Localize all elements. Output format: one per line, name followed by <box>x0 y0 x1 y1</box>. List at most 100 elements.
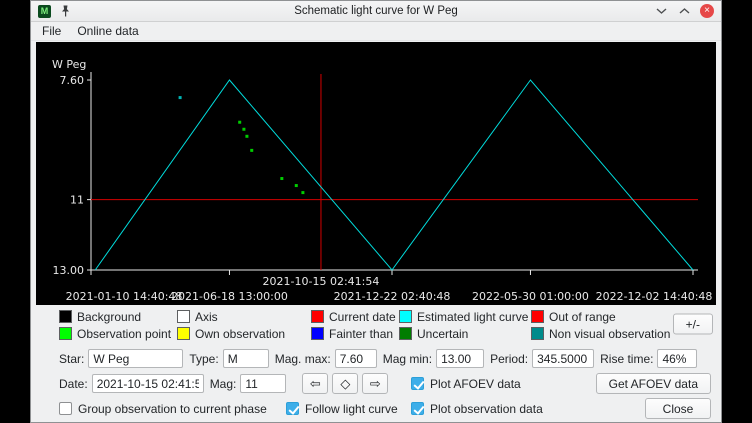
title-bar: Schematic light curve for W Peg M × <box>31 1 721 22</box>
x-tick-label: 2021-01-10 14:40:48 <box>66 290 183 303</box>
checkbox-follow-light-curve[interactable]: Follow light curve <box>286 402 398 416</box>
legend-label: Current date <box>329 310 396 324</box>
legend-label: Fainter than <box>329 327 393 341</box>
observation-point <box>280 177 283 180</box>
legend-item-background: Background <box>59 309 177 324</box>
checkbox-label: Group observation to current phase <box>78 402 267 416</box>
current-date-button[interactable]: ◇ <box>332 373 358 394</box>
mag-input[interactable] <box>240 374 286 393</box>
legend-item-non-visual-observation: Non visual observation <box>531 326 677 341</box>
legend-swatch <box>399 310 412 323</box>
observation-point <box>301 191 304 194</box>
checkbox-label: Follow light curve <box>305 402 398 416</box>
legend-label: Axis <box>195 310 218 324</box>
x-tick-label: 2022-12-02 14:40:48 <box>596 290 713 303</box>
legend-label: Uncertain <box>417 327 468 341</box>
menu-online-data[interactable]: Online data <box>70 23 145 39</box>
legend-item-fainter-than: Fainter than <box>311 326 399 341</box>
estimated-curve <box>95 80 693 270</box>
prev-date-button[interactable]: ⇦ <box>302 373 328 394</box>
date-input[interactable] <box>92 374 204 393</box>
y-tick-label: 7.60 <box>60 74 85 87</box>
legend-swatch <box>311 310 324 323</box>
app-icon[interactable]: M <box>38 5 51 18</box>
form-row-2: Date: Mag: ⇦ ◇ ⇨ Plot AFOEV data Get AFO… <box>31 371 721 396</box>
star-input[interactable] <box>88 349 183 368</box>
star-label: Star: <box>59 352 84 366</box>
get-afoev-data-button[interactable]: Get AFOEV data <box>596 373 711 394</box>
light-curve-plot[interactable]: W Peg7.601113.002021-01-10 14:40:482021-… <box>36 42 716 305</box>
mag-max-input[interactable] <box>335 349 377 368</box>
legend-swatch <box>399 327 412 340</box>
observation-point <box>238 121 241 124</box>
checkbox-plot-afoev-data[interactable]: Plot AFOEV data <box>411 377 521 391</box>
legend-item-axis: Axis <box>177 309 311 324</box>
non-visual-observation-point <box>179 96 182 99</box>
observation-point <box>245 135 248 138</box>
observation-point <box>242 128 245 131</box>
current-date-label: 2021-10-15 02:41:54 <box>263 275 380 288</box>
period-input[interactable] <box>532 349 594 368</box>
legend-item-out-of-range: Out of range <box>531 309 677 324</box>
legend-swatch <box>311 327 324 340</box>
form-row-3: Group observation to current phase Follo… <box>31 396 721 421</box>
follow-light-curve-checkbox-box <box>286 402 299 415</box>
pin-icon[interactable] <box>58 4 72 18</box>
checkbox-plot-observation-data[interactable]: Plot observation data <box>411 402 543 416</box>
legend: Background Axis Current date Estimated l… <box>31 305 721 343</box>
mag-min-label: Mag min: <box>383 352 432 366</box>
observation-point <box>250 149 253 152</box>
form-row-1: Star: Type: Mag. max: Mag min: Period: R… <box>31 346 721 371</box>
checkbox-label: Plot observation data <box>430 402 543 416</box>
x-tick-label: 2021-12-22 02:40:48 <box>334 290 451 303</box>
plot-afoev-checkbox-box <box>411 377 424 390</box>
legend-item-uncertain: Uncertain <box>399 326 531 341</box>
legend-label: Observation point <box>77 327 171 341</box>
close-icon[interactable]: × <box>700 4 714 18</box>
legend-item-own-observation: Own observation <box>177 326 311 341</box>
legend-swatch <box>531 327 544 340</box>
window-title: Schematic light curve for W Peg <box>31 5 721 17</box>
x-tick-label: 2022-05-30 01:00:00 <box>472 290 589 303</box>
legend-swatch <box>177 327 190 340</box>
y-tick-label: 13.00 <box>53 264 85 277</box>
legend-swatch <box>531 310 544 323</box>
group-observation-checkbox-box <box>59 402 72 415</box>
checkbox-group-observation[interactable]: Group observation to current phase <box>59 402 267 416</box>
legend-item-observation-point: Observation point <box>59 326 177 341</box>
mag-label: Mag: <box>210 377 237 391</box>
plus-minus-button[interactable]: +/- <box>673 314 713 335</box>
checkbox-label: Plot AFOEV data <box>430 377 521 391</box>
menu-bar: File Online data <box>31 22 721 41</box>
legend-label: Own observation <box>195 327 285 341</box>
legend-item-estimated-light-curve: Estimated light curve <box>399 309 531 324</box>
next-date-button[interactable]: ⇨ <box>362 373 388 394</box>
legend-label: Non visual observation <box>549 327 670 341</box>
plot-title: W Peg <box>52 58 86 71</box>
type-label: Type: <box>189 352 218 366</box>
close-button[interactable]: Close <box>645 398 711 419</box>
minimize-icon[interactable] <box>654 4 668 18</box>
legend-item-current-date: Current date <box>311 309 399 324</box>
rise-time-label: Rise time: <box>600 352 653 366</box>
mag-max-label: Mag. max: <box>275 352 331 366</box>
mag-min-input[interactable] <box>436 349 484 368</box>
legend-swatch <box>59 327 72 340</box>
maximize-icon[interactable] <box>677 4 691 18</box>
rise-time-input[interactable] <box>657 349 697 368</box>
type-input[interactable] <box>223 349 269 368</box>
menu-file[interactable]: File <box>35 23 68 39</box>
legend-swatch <box>59 310 72 323</box>
plot-area: W Peg7.601113.002021-01-10 14:40:482021-… <box>36 42 716 305</box>
control-panel: Star: Type: Mag. max: Mag min: Period: R… <box>31 343 721 421</box>
legend-label: Background <box>77 310 141 324</box>
legend-label: Out of range <box>549 310 616 324</box>
x-tick-label: 2021-06-18 13:00:00 <box>171 290 288 303</box>
legend-swatch <box>177 310 190 323</box>
date-label: Date: <box>59 377 88 391</box>
plot-observation-checkbox-box <box>411 402 424 415</box>
period-label: Period: <box>490 352 528 366</box>
legend-label: Estimated light curve <box>417 310 528 324</box>
observation-point <box>295 184 298 187</box>
app-window: Schematic light curve for W Peg M × File… <box>30 0 722 423</box>
